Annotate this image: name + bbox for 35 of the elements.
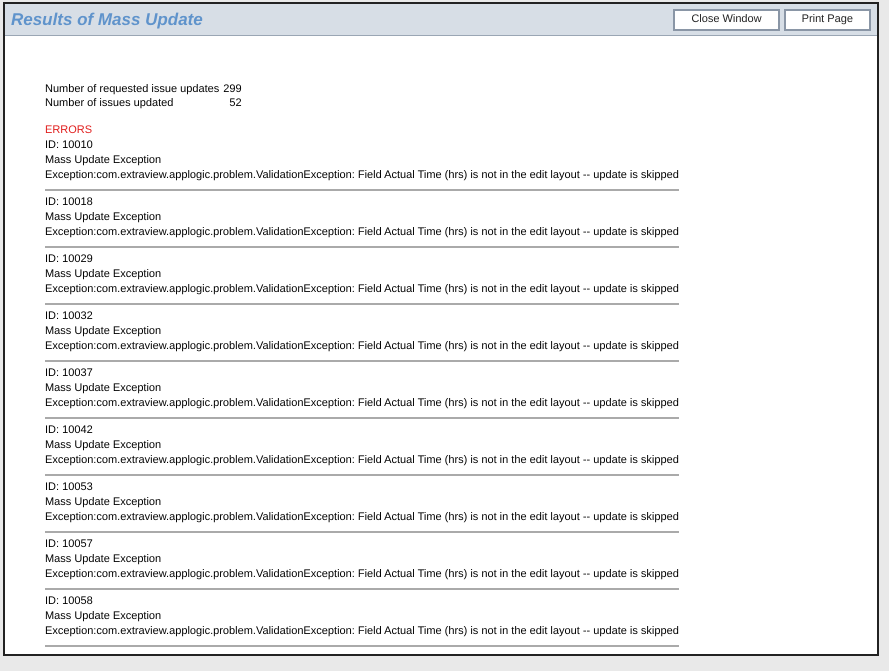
error-title: Mass Update Exception [45, 267, 162, 282]
error-id: ID: 10042 [45, 423, 94, 438]
errors-heading: ERRORS [45, 123, 92, 137]
error-message: Exception:com.extraview.applogic.problem.ValidationException: Field Actual Time (hrs) is not in the edit layout -- update is skipped [45, 567, 679, 582]
error-id: ID: 10010 [45, 138, 94, 153]
header-button[interactable]: Print Page [784, 8, 871, 30]
header-button[interactable]: Close Window [673, 8, 780, 30]
page-title: Results of Mass Update [11, 8, 203, 31]
error-title: Mass Update Exception [45, 552, 162, 567]
error-id: ID: 10032 [45, 309, 94, 324]
error-title: Mass Update Exception [45, 495, 162, 510]
error-message: Exception:com.extraview.applogic.problem.ValidationException: Field Actual Time (hrs) is not in the edit layout -- update is skipped [45, 225, 679, 240]
error-id: ID: 10018 [45, 195, 94, 210]
error-title: Mass Update Exception [45, 324, 162, 339]
summary-label: Number of requested issue updates [45, 82, 220, 96]
error-id: ID: 10053 [45, 480, 94, 495]
error-title: Mass Update Exception [45, 609, 162, 624]
error-message: Exception:com.extraview.applogic.problem.ValidationException: Field Actual Time (hrs) is not in the edit layout -- update is skipped [45, 510, 679, 525]
error-title: Mass Update Exception [45, 153, 162, 168]
error-message: Exception:com.extraview.applogic.problem.ValidationException: Field Actual Time (hrs) is not in the edit layout -- update is skipped [45, 168, 679, 183]
error-title: Mass Update Exception [45, 381, 162, 396]
error-id: ID: 10029 [45, 252, 94, 267]
error-title: Mass Update Exception [45, 210, 162, 225]
error-message: Exception:com.extraview.applogic.problem.ValidationException: Field Actual Time (hrs) is not in the edit layout -- update is skipped [45, 396, 679, 411]
error-message: Exception:com.extraview.applogic.problem.ValidationException: Field Actual Time (hrs) is not in the edit layout -- update is skipped [45, 453, 679, 468]
error-message: Exception:com.extraview.applogic.problem.ValidationException: Field Actual Time (hrs) is not in the edit layout -- update is skipped [45, 339, 679, 354]
error-id: ID: 10058 [45, 594, 94, 609]
summary-label: Number of issues updated [45, 96, 174, 110]
error-id: ID: 10037 [45, 366, 94, 381]
error-id: ID: 10057 [45, 537, 94, 552]
error-message: Exception:com.extraview.applogic.problem.ValidationException: Field Actual Time (hrs) is not in the edit layout -- update is skipped [45, 624, 679, 639]
error-message: Exception:com.extraview.applogic.problem.ValidationException: Field Actual Time (hrs) is not in the edit layout -- update is skipped [45, 282, 679, 297]
summary-value: 299 [223, 82, 242, 96]
error-title: Mass Update Exception [45, 438, 162, 453]
summary-value: 52 [228, 96, 242, 110]
